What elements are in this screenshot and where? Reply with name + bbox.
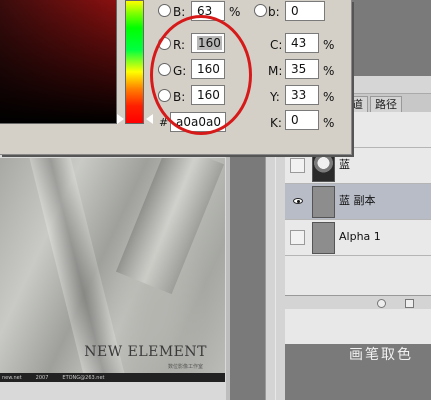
selection-circle-icon[interactable] (377, 299, 386, 308)
cmyk-c-unit: % (323, 38, 335, 52)
saturation-brightness-field[interactable] (0, 0, 117, 124)
visibility-toggle[interactable] (290, 230, 305, 245)
cmyk-c-label: C: (270, 38, 283, 52)
cmyk-k-unit: % (323, 116, 335, 130)
save-selection-icon[interactable] (405, 299, 414, 308)
cmyk-k-label: K: (270, 116, 282, 130)
document-window: NEW ELEMENT 数位影像工作室 new.net 2007 ETONG@2… (0, 148, 230, 400)
image-bottom-strip: new.net 2007 ETONG@263.net (0, 373, 225, 382)
panel-footer (285, 295, 431, 309)
channel-thumbnail (312, 186, 335, 218)
hsb-b-label: B: (173, 5, 186, 19)
visibility-toggle[interactable] (290, 158, 305, 173)
cmyk-y-unit: % (323, 90, 335, 104)
cmyk-c-field[interactable]: 43 (285, 33, 319, 53)
tab-paths[interactable]: 路径 (370, 96, 402, 112)
document-image[interactable]: NEW ELEMENT 数位影像工作室 new.net 2007 ETONG@2… (0, 158, 225, 382)
cmyk-y-label: Y: (270, 90, 280, 104)
document-scrollbar[interactable] (226, 148, 230, 400)
channel-name: 蓝 副本 (339, 194, 376, 207)
lab-b-radio[interactable] (254, 4, 267, 17)
channel-thumbnail (312, 222, 335, 254)
strip-text-3: ETONG@263.net (62, 374, 105, 381)
hsb-b-radio[interactable] (158, 4, 171, 17)
lab-b-field[interactable]: 0 (285, 1, 325, 21)
hsb-b-unit: % (229, 5, 241, 19)
channel-row-alpha-1[interactable]: Alpha 1 (285, 220, 431, 256)
channel-row-blue-copy[interactable]: 蓝 副本 (285, 184, 431, 220)
color-picker-dialog: B: 63 % b: 0 R: 160 G: 160 B: 160 C: 43 … (0, 0, 352, 155)
hue-slider[interactable] (125, 0, 144, 124)
eye-icon[interactable] (293, 198, 303, 204)
hue-slider-handle-left[interactable] (117, 114, 124, 124)
brand-watermark: NEW ELEMENT (84, 344, 207, 360)
cmyk-y-field[interactable]: 33 (285, 85, 319, 105)
lab-b-label: b: (268, 5, 280, 19)
red-highlight-circle (150, 15, 252, 135)
cmyk-m-field[interactable]: 35 (285, 59, 319, 79)
strip-text-2: 2007 (35, 374, 49, 381)
cmyk-m-unit: % (323, 64, 335, 78)
channel-name: Alpha 1 (339, 230, 381, 243)
cmyk-m-label: M: (268, 64, 283, 78)
brand-subtitle: 数位影像工作室 (167, 364, 203, 370)
panel-dock-gap (265, 130, 285, 400)
cmyk-k-field[interactable]: 0 (285, 110, 319, 130)
hue-slider-handle-right[interactable] (146, 114, 153, 124)
strip-text-1: new.net (2, 374, 22, 381)
signature-text: 画笔取色 (349, 347, 413, 363)
channel-name: 蓝 (339, 158, 350, 171)
